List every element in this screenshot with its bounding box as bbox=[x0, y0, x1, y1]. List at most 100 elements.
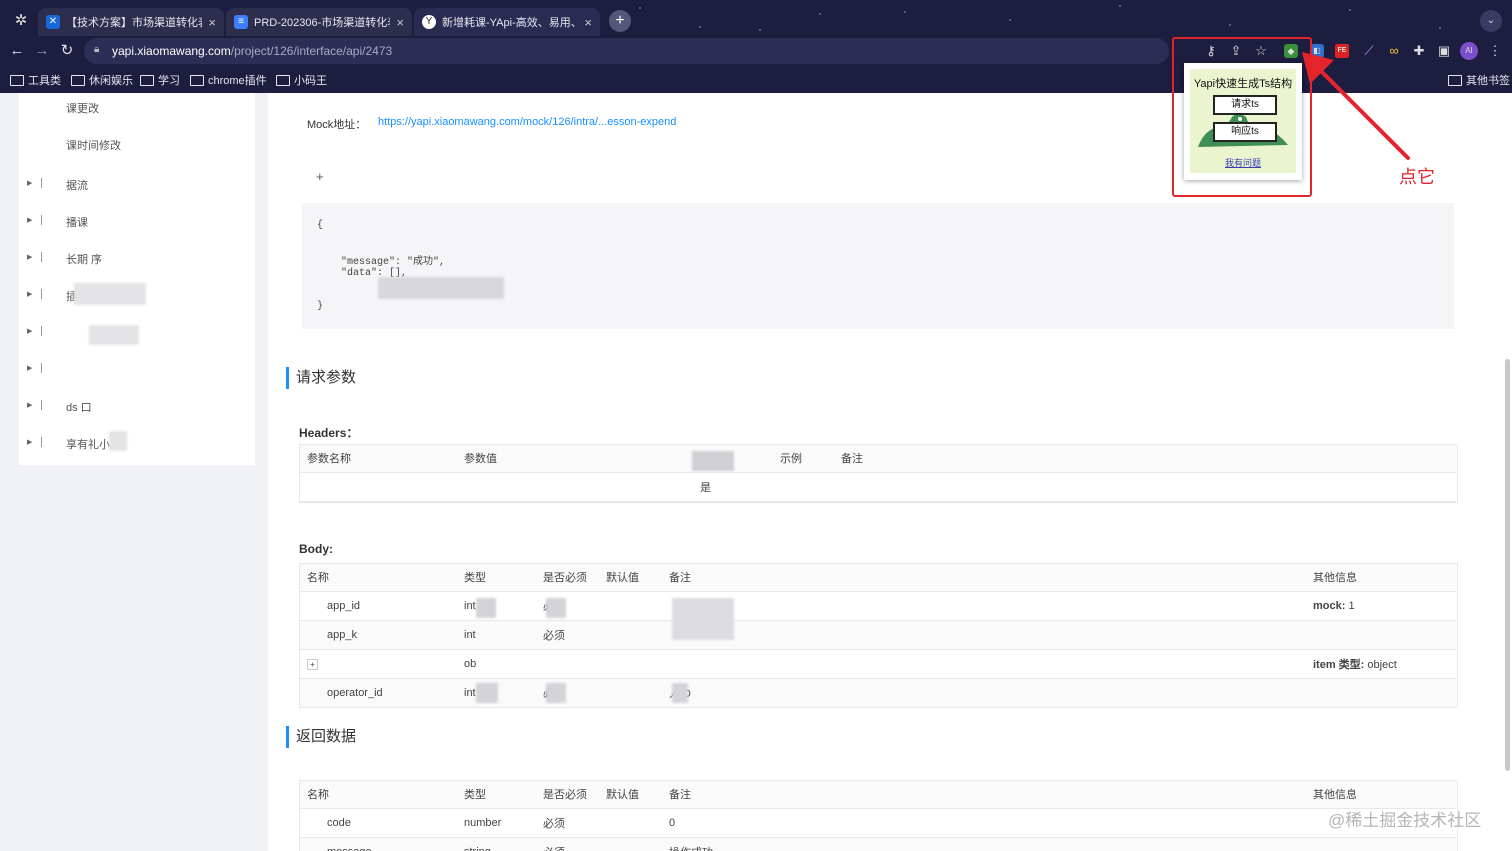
code-line: } bbox=[317, 301, 324, 312]
return-data-heading: 返回数据 bbox=[286, 726, 356, 748]
new-tab-button[interactable]: + bbox=[609, 10, 631, 32]
back-icon[interactable]: ← bbox=[6, 40, 28, 62]
close-icon[interactable]: × bbox=[584, 15, 592, 30]
redaction bbox=[546, 598, 566, 618]
watermark: @稀土掘金技术社区 bbox=[1328, 811, 1482, 830]
yapi-icon: Y bbox=[422, 15, 436, 29]
confluence-icon: ✕ bbox=[46, 15, 60, 29]
code-line: "message": "成功", bbox=[317, 257, 446, 268]
sidebar-item-label: 享有礼小 bbox=[66, 439, 110, 451]
folder-icon bbox=[41, 363, 50, 373]
side-panel-icon[interactable]: ▣ bbox=[1435, 42, 1453, 60]
folder-icon bbox=[10, 74, 24, 86]
folder-icon bbox=[1448, 74, 1462, 86]
folder-icon bbox=[71, 74, 85, 86]
caret-right-icon[interactable]: ▶ bbox=[27, 290, 32, 298]
close-icon[interactable]: × bbox=[208, 15, 216, 30]
folder-icon bbox=[41, 215, 50, 225]
close-icon[interactable]: × bbox=[396, 15, 404, 30]
tab-title: 【技术方案】市场渠道转化表V1 bbox=[66, 17, 202, 29]
response-example-code: { "message": "成功", "data": [], } bbox=[302, 203, 1454, 329]
interface-detail: Mock地址： https://yapi.xiaomawang.com/mock… bbox=[268, 93, 1512, 851]
red-arrow-icon bbox=[1302, 52, 1410, 160]
redaction bbox=[74, 283, 146, 305]
redaction bbox=[89, 325, 139, 345]
mock-url-link[interactable]: https://yapi.xiaomawang.com/mock/126/int… bbox=[378, 116, 676, 128]
request-params-heading: 请求参数 bbox=[286, 367, 356, 389]
sidebar-item-label: 长期 序 bbox=[66, 254, 103, 266]
address-bar[interactable]: 🔒︎ yapi.xiaomawang.com/project/126/inter… bbox=[84, 38, 1169, 64]
redaction bbox=[692, 451, 734, 471]
sidebar-item-label: 课时间修改 bbox=[66, 140, 121, 152]
caret-right-icon[interactable]: ▶ bbox=[27, 327, 32, 335]
folder-icon bbox=[41, 400, 50, 410]
url-text: yapi.xiaomawang.com/project/126/interfac… bbox=[112, 44, 393, 58]
other-bookmarks[interactable]: 其他书签 bbox=[1448, 72, 1510, 88]
redaction bbox=[672, 598, 734, 640]
folder-icon bbox=[41, 326, 50, 336]
folder-icon bbox=[41, 289, 50, 299]
chevron-down-icon[interactable]: ⌄ bbox=[1480, 10, 1502, 32]
sidebar-item-label: 据流 bbox=[66, 180, 88, 192]
table-border bbox=[299, 444, 1458, 503]
lock-icon: 🔒︎ bbox=[94, 44, 100, 55]
expand-icon[interactable]: + bbox=[316, 169, 324, 184]
sidebar-folder[interactable]: ▶ 长期 序 bbox=[19, 250, 255, 270]
headers-label: Headers： bbox=[299, 426, 359, 440]
bookmark-folder[interactable]: 休闲娱乐 bbox=[71, 72, 133, 88]
redaction bbox=[476, 683, 498, 703]
bookmark-folder[interactable]: 学习 bbox=[140, 72, 180, 88]
tab-title: PRD-202306-市场渠道转化表V bbox=[254, 17, 390, 29]
folder-icon bbox=[41, 437, 50, 447]
sidebar-item-label: 播课 bbox=[66, 217, 88, 229]
caret-right-icon[interactable]: ▶ bbox=[27, 253, 32, 261]
code-line: { bbox=[317, 220, 324, 231]
sidebar-item[interactable]: 课更改 bbox=[19, 99, 255, 119]
redaction bbox=[378, 277, 504, 299]
annotation-label: 点它 bbox=[1399, 167, 1435, 187]
table-border bbox=[299, 780, 1458, 851]
folder-icon bbox=[276, 74, 290, 86]
tab-tech-plan[interactable]: ✕ 【技术方案】市场渠道转化表V1 × bbox=[38, 8, 224, 36]
folder-icon bbox=[140, 74, 154, 86]
sidebar-item-label: 课更改 bbox=[66, 103, 99, 115]
sidebar-folder[interactable]: ▶ 据流 bbox=[19, 176, 255, 196]
tab-prd[interactable]: ≡ PRD-202306-市场渠道转化表V × bbox=[226, 8, 412, 36]
sidebar-item-label: ds 口 bbox=[66, 402, 92, 414]
more-menu-icon[interactable]: ⋮ bbox=[1486, 42, 1504, 60]
sidebar-folder[interactable]: ▶ 享有礼小 bbox=[19, 435, 255, 455]
doc-icon: ≡ bbox=[234, 15, 248, 29]
sidebar-item[interactable]: 课时间修改 bbox=[19, 136, 255, 156]
folder-icon bbox=[41, 178, 50, 188]
sidebar-folder[interactable]: ▶ ds 口 bbox=[19, 398, 255, 418]
page: 课更改 课时间修改 ▶ 据流 ▶ 播课 ▶ 长期 序 ▶ 插 ▶ ▶ ▶ ds 口 ▶ 享有… bbox=[0, 93, 1512, 851]
sidebar-folder[interactable]: ▶ bbox=[19, 361, 255, 381]
bookmark-folder[interactable]: chrome插件 bbox=[190, 72, 267, 88]
caret-right-icon[interactable]: ▶ bbox=[27, 216, 32, 224]
redaction bbox=[672, 683, 688, 703]
forward-icon[interactable]: → bbox=[31, 40, 53, 62]
mock-label: Mock地址： bbox=[307, 119, 367, 131]
redaction bbox=[546, 683, 566, 703]
table-border bbox=[299, 563, 1458, 708]
openai-icon[interactable]: ✲ bbox=[12, 12, 30, 30]
caret-right-icon[interactable]: ▶ bbox=[27, 179, 32, 187]
bookmark-folder[interactable]: 小码王 bbox=[276, 72, 327, 88]
redaction bbox=[476, 598, 496, 618]
folder-icon bbox=[190, 74, 204, 86]
reload-icon[interactable]: ↻ bbox=[56, 40, 78, 62]
caret-right-icon[interactable]: ▶ bbox=[27, 438, 32, 446]
tab-title: 新增耗课-YApi-高效、易用、功能 bbox=[442, 17, 578, 29]
tab-bar: ✲ ✕ 【技术方案】市场渠道转化表V1 × ≡ PRD-202306-市场渠道转… bbox=[0, 6, 1512, 36]
caret-right-icon[interactable]: ▶ bbox=[27, 401, 32, 409]
bookmark-folder[interactable]: 工具类 bbox=[10, 72, 61, 88]
interface-sidebar: 课更改 课时间修改 ▶ 据流 ▶ 播课 ▶ 长期 序 ▶ 插 ▶ ▶ ▶ ds 口 ▶ 享有… bbox=[19, 93, 255, 465]
tab-yapi[interactable]: Y 新增耗课-YApi-高效、易用、功能 × bbox=[414, 8, 600, 36]
caret-right-icon[interactable]: ▶ bbox=[27, 364, 32, 372]
folder-icon bbox=[41, 252, 50, 262]
sidebar-folder[interactable]: ▶ 播课 bbox=[19, 213, 255, 233]
redaction bbox=[109, 431, 127, 451]
body-label: Body: bbox=[299, 542, 333, 556]
scrollbar[interactable] bbox=[1505, 359, 1510, 771]
avatar[interactable]: AI bbox=[1460, 42, 1478, 60]
